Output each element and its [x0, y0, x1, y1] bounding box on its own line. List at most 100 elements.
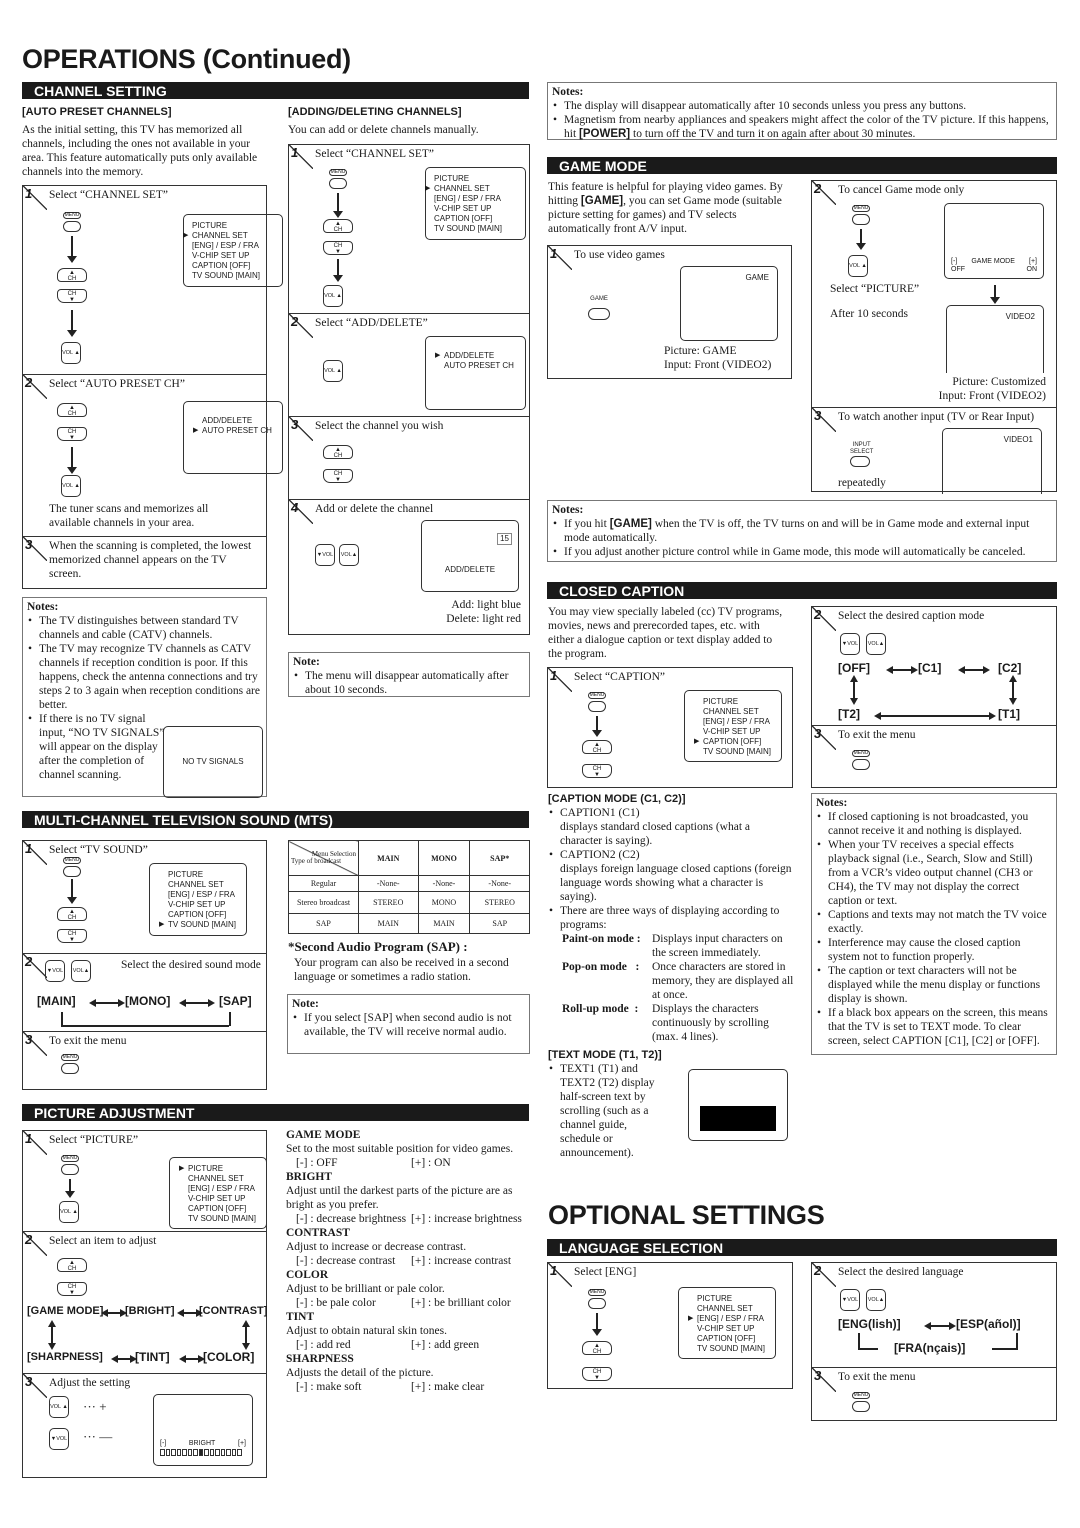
auto-preset-title: [AUTO PRESET CHANNELS] — [22, 106, 172, 118]
section-header-picture: PICTURE ADJUSTMENT — [22, 1104, 529, 1121]
slider-segment — [237, 1449, 242, 1456]
vol-down-button[interactable]: ▼VOL — [45, 960, 65, 982]
game-intro: This feature is helpful for playing vide… — [548, 181, 783, 235]
menu-button[interactable]: MENU — [588, 692, 606, 712]
game-steps-2-3: 2 To cancel Game mode only MENU VOL ▲ [-… — [811, 180, 1057, 494]
ch-down-button[interactable]: CH ▼ — [582, 764, 612, 778]
step-1: 1 Select “CHANNEL SET” MENU ▲ CH CH ▼ VOL … — [289, 145, 529, 313]
arrow-down-icon — [65, 1179, 75, 1198]
slider-segment — [176, 1449, 181, 1456]
step-3: 3 To exit the menu MENU — [812, 1367, 1056, 1422]
arrow-down-icon — [856, 229, 866, 250]
menu-button[interactable]: MENU — [61, 1155, 79, 1175]
vol-up-button[interactable]: VOL ▲ — [49, 1396, 69, 1418]
osd-menu: PICTURECHANNEL SET[ENG] / ESP / FRA V-CH… — [149, 863, 247, 936]
ch-down-button[interactable]: CH ▼ — [57, 929, 87, 943]
arrow-down-icon — [333, 193, 343, 218]
ch-down-button[interactable]: CH ▼ — [57, 289, 87, 303]
vol-down-button[interactable]: ▼VOL — [840, 1289, 860, 1311]
menu-button[interactable]: MENU — [588, 1289, 606, 1309]
vol-up-button[interactable]: VOL ▲ — [323, 285, 343, 307]
ch-down-button[interactable]: CH ▼ — [57, 427, 87, 441]
osd-game-mode: [-] GAME MODE [+] OFF ON — [944, 203, 1044, 279]
picture-item: TINT Adjust to obtain natural skin tones.… — [286, 1311, 480, 1351]
adddel-intro: You can add or delete channels manually. — [288, 124, 479, 136]
step-3: 3 When the scanning is completed, the lo… — [23, 536, 266, 590]
vol-up-button[interactable]: VOL▲ — [866, 1289, 886, 1311]
vol-up-button[interactable]: VOL▲ — [866, 633, 886, 655]
sound-mode-mono: [MONO] — [125, 994, 171, 1008]
adddel-steps: 1 Select “CHANNEL SET” MENU ▲ CH CH ▼ VOL … — [288, 144, 530, 635]
menu-button[interactable]: MENU — [63, 212, 81, 232]
menu-button[interactable]: MENU — [852, 750, 870, 770]
caption-steps-2-3: 2 Select the desired caption mode ▼VOL V… — [811, 606, 1057, 788]
notes-caption: Notes: If closed captioning is not broad… — [811, 793, 1057, 1055]
step-2: 2 To cancel Game mode only MENU VOL ▲ [-… — [812, 181, 1046, 402]
osd-slider: [-] BRIGHT [+] — [153, 1394, 253, 1466]
osd-menu: PICTURE CHANNEL SET [ENG] / ESP / FRA V-… — [183, 214, 283, 287]
ch-up-button[interactable]: ▲ CH — [323, 445, 353, 459]
ch-down-button[interactable]: CH ▼ — [323, 241, 353, 255]
arrow-down-icon — [67, 879, 77, 904]
ch-down-button[interactable]: CH ▼ — [582, 1367, 612, 1381]
table-row: Regular -None- -None- -None- — [288, 875, 530, 892]
vol-up-button[interactable]: VOL ▲ — [61, 475, 81, 497]
step-2: 2 ▼VOL VOL▲ Select the desired sound mod… — [23, 953, 266, 1031]
slider-segment — [220, 1449, 225, 1456]
note-adddel: Note: The menu will disappear automatica… — [288, 652, 530, 697]
vol-down-button[interactable]: ▼VOL — [840, 633, 860, 655]
step-text: When the scanning is completed, the lowe… — [49, 540, 252, 580]
ch-up-button[interactable]: ▲ CH — [582, 740, 612, 754]
language-steps-2-3: 2 Select the desired language ▼VOL VOL▲ … — [811, 1262, 1057, 1421]
picture-item: CONTRAST Adjust to increase or decrease c… — [286, 1227, 512, 1267]
ch-up-button[interactable]: ▲ CH — [582, 1341, 612, 1355]
menu-button[interactable]: MENU — [852, 1392, 870, 1412]
menu-button[interactable]: MENU — [329, 169, 347, 189]
step-1: 1 Select “PICTURE” MENU VOL ▲ PICTURECHA… — [23, 1131, 267, 1231]
picture-item: BRIGHT Adjust until the darkest parts of … — [286, 1171, 522, 1225]
sap-title: *Second Audio Program (SAP) : — [288, 939, 468, 954]
osd-menu: ADD/DELETE AUTO PRESET CH — [183, 401, 283, 474]
caption-step-1: 1 Select “CAPTION” MENU ▲ CH CH ▼ PICTURE C… — [547, 667, 793, 788]
vol-up-button[interactable]: VOL ▲ — [59, 1201, 79, 1223]
vol-up-button[interactable]: VOL▲ — [71, 960, 91, 982]
input-select-button[interactable]: INPUT SELECT — [850, 442, 873, 467]
step-3: 3 Adjust the setting VOL ▲ ··· + ▼VOL ··… — [23, 1373, 266, 1479]
step-2: 2 Select the desired caption mode ▼VOL V… — [812, 607, 1022, 721]
osd-menu: PICTURE CHANNEL SET [ENG] / ESP / FRA V-… — [425, 167, 526, 240]
osd-video2: VIDEO2 — [946, 305, 1044, 373]
slider-segment — [198, 1449, 203, 1456]
arrow-down-icon — [990, 285, 1000, 304]
menu-button[interactable]: MENU — [852, 205, 870, 225]
vol-up-button[interactable]: VOL ▲ — [848, 255, 868, 277]
caption-modes: [CAPTION MODE (C1, C2)] CAPTION1 (C1)dis… — [548, 793, 794, 1044]
ch-up-button[interactable]: ▲ CH — [57, 907, 87, 921]
arrow-down-icon — [592, 1313, 602, 1336]
channel-number: 15 — [497, 533, 512, 545]
ch-up-button[interactable]: ▲ CH — [57, 1258, 87, 1272]
osd-text-mode — [688, 1069, 788, 1141]
game-step-1: 1 To use video games GAME GAME Picture: … — [547, 245, 792, 379]
caption-intro: You may view specially labeled (cc) TV p… — [548, 606, 783, 660]
add-color-label: Add: light blue — [451, 599, 521, 611]
picture-item: GAME MODE Set to the most suitable positi… — [286, 1129, 514, 1169]
picture-steps: 1 Select “PICTURE” MENU VOL ▲ PICTURECHA… — [22, 1130, 267, 1478]
ch-up-button[interactable]: ▲ CH — [57, 268, 87, 282]
game-button[interactable]: GAME — [588, 292, 610, 320]
menu-button[interactable]: MENU — [63, 857, 81, 877]
vol-down-button[interactable]: ▼VOL — [49, 1428, 69, 1450]
vol-up-button[interactable]: VOL ▲ — [323, 360, 343, 382]
ch-down-button[interactable]: CH ▼ — [323, 469, 353, 483]
ch-up-button[interactable]: ▲ CH — [57, 403, 87, 417]
ch-up-button[interactable]: ▲ CH — [323, 219, 353, 233]
brightness-slider[interactable] — [160, 1449, 242, 1456]
ch-down-button[interactable]: CH ▼ — [57, 1282, 87, 1296]
vol-up-button[interactable]: VOL ▲ — [61, 342, 81, 364]
vol-up-button[interactable]: VOL▲ — [339, 544, 359, 566]
vol-down-button[interactable]: ▼VOL — [315, 544, 335, 566]
lang-fra: [FRA(nçais)] — [894, 1341, 966, 1355]
step-2: 2 Select an item to adjust ▲ CH CH ▼ [GAME… — [23, 1231, 267, 1373]
auto-preset-intro: As the initial setting, this TV has memo… — [22, 124, 258, 178]
page-title: OPERATIONS (Continued) — [22, 44, 351, 74]
menu-button[interactable]: MENU — [61, 1054, 79, 1074]
